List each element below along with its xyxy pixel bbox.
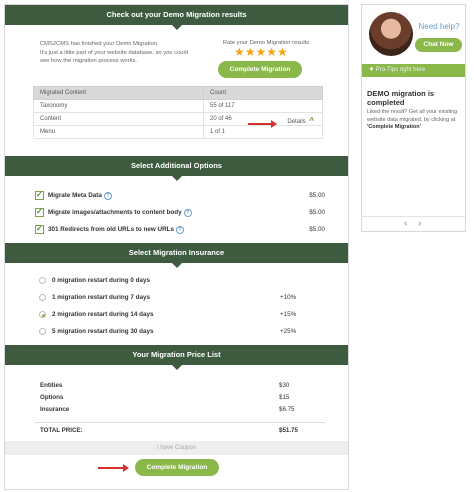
radio-button-selected[interactable]	[39, 311, 46, 318]
insurance-label: 2 migration restart during 14 days	[52, 311, 154, 318]
price-label: Insurance	[40, 406, 70, 413]
table-row: Taxonomy 55 of 117	[33, 99, 323, 113]
row-count: 1 of 1	[203, 125, 323, 139]
coupon-link[interactable]: I have Coupon	[5, 441, 348, 455]
option-label: 301 Redirects from old URLs to new URLs	[48, 226, 174, 233]
checkbox[interactable]	[35, 224, 44, 234]
insurance-option-2[interactable]: 2 migration restart during 14 days +15%	[39, 310, 339, 321]
complete-migration-button-top[interactable]: Complete Migration	[218, 61, 302, 78]
details-label: Details	[287, 119, 306, 125]
price-label: Options	[40, 394, 64, 401]
price-row-options: Options $15	[40, 394, 320, 404]
option-meta-data[interactable]: Migrate Meta Data? $5.00	[35, 190, 335, 202]
price-label: Entities	[40, 382, 63, 389]
need-help-label: Need help?	[418, 22, 460, 31]
option-price: $5.00	[309, 226, 325, 233]
support-avatar	[369, 12, 413, 56]
chat-now-button[interactable]: Chat Now	[415, 38, 462, 52]
header-migrated-content: Migrated Content	[33, 86, 204, 100]
insurance-banner: Select Migration Insurance	[5, 243, 348, 268]
tip-body: Liked the result? Get all your existing …	[367, 109, 462, 132]
row-name: Menu	[33, 125, 204, 139]
insurance-label: 5 migration restart during 30 days	[52, 328, 154, 335]
checkbox[interactable]	[35, 207, 44, 217]
insurance-price: +25%	[280, 328, 297, 335]
help-question-icon[interactable]: ?	[103, 192, 112, 200]
total-label: TOTAL PRICE:	[40, 427, 83, 434]
table-row: Content 20 of 46 Details ^	[33, 112, 323, 126]
help-question-icon[interactable]: ?	[183, 209, 192, 217]
chevron-up-icon: ^	[309, 116, 314, 125]
table-row: Menu 1 of 1	[33, 125, 323, 139]
row-name: Taxonomy	[33, 99, 204, 113]
insurance-option-1[interactable]: 1 migration restart during 7 days +10%	[39, 293, 339, 304]
help-sidebar: Need help? Chat Now ✦ Pro-Tips right her…	[361, 4, 466, 232]
lightbulb-icon: ✦	[369, 67, 375, 73]
migrated-content-table: Migrated Content Count Taxonomy 55 of 11…	[33, 86, 323, 139]
radio-button[interactable]	[39, 277, 46, 284]
results-banner: Check out your Demo Migration results	[5, 5, 348, 30]
demo-description: It's just a little part of your website …	[40, 50, 189, 64]
option-price: $5.00	[309, 192, 325, 199]
prev-tip-icon[interactable]: ‹	[404, 218, 407, 229]
option-price: $5.00	[309, 209, 325, 216]
red-arrow-details	[248, 120, 277, 128]
red-arrow-complete	[98, 464, 129, 472]
insurance-price: +15%	[280, 311, 297, 318]
pro-tips-bar: ✦ Pro-Tips right here	[362, 64, 465, 77]
row-count: 20 of 46	[210, 116, 232, 122]
divider	[35, 422, 325, 423]
checkbox[interactable]	[35, 190, 44, 200]
help-question-icon[interactable]: ?	[175, 226, 184, 234]
price-row-entities: Entities $30	[40, 382, 320, 392]
pro-tips-label: Pro-Tips right here	[375, 67, 426, 73]
row-count: 55 of 117	[203, 99, 323, 113]
insurance-price: +10%	[280, 294, 297, 301]
insurance-label: 0 migration restart during 0 days	[52, 277, 150, 284]
tip-body-text: Liked the result? Get all your existing …	[367, 109, 458, 123]
table-header-row: Migrated Content Count	[33, 86, 323, 100]
insurance-label: 1 migration restart during 7 days	[52, 294, 150, 301]
details-link[interactable]: Details ^	[287, 116, 314, 125]
row-name: Content	[33, 112, 204, 126]
insurance-option-3[interactable]: 5 migration restart during 30 days +25%	[39, 327, 339, 338]
migration-panel: Check out your Demo Migration results CM…	[4, 4, 349, 490]
price-row-total: TOTAL PRICE: $51.75	[40, 427, 320, 437]
option-redirects[interactable]: 301 Redirects from old URLs to new URLs?…	[35, 224, 335, 236]
divider	[362, 216, 465, 217]
option-images[interactable]: Migrate images/attachments to content bo…	[35, 207, 335, 219]
options-banner: Select Additional Options	[5, 156, 348, 181]
tip-link[interactable]: 'Complete Migration'	[367, 124, 421, 130]
next-tip-icon[interactable]: ›	[418, 218, 421, 229]
option-label: Migrate images/attachments to content bo…	[48, 209, 182, 216]
rating-stars[interactable]: ★★★★★	[234, 45, 288, 59]
radio-button[interactable]	[39, 294, 46, 301]
price-value: $6.75	[279, 406, 295, 413]
price-value: $30	[279, 382, 290, 389]
complete-migration-button-bottom[interactable]: Complete Migration	[135, 459, 219, 476]
price-value: $15	[279, 394, 290, 401]
finished-text: CMS2CMS has finished your Demo Migration…	[40, 41, 159, 47]
header-count: Count	[203, 86, 323, 100]
total-value: $51.75	[279, 427, 298, 434]
tip-title: DEMO migration is completed	[367, 89, 435, 107]
insurance-option-0[interactable]: 0 migration restart during 0 days	[39, 276, 339, 287]
pricelist-banner: Your Migration Price List	[5, 345, 348, 370]
option-label: Migrate Meta Data	[48, 192, 102, 199]
price-row-insurance: Insurance $6.75	[40, 406, 320, 416]
radio-button[interactable]	[39, 328, 46, 335]
